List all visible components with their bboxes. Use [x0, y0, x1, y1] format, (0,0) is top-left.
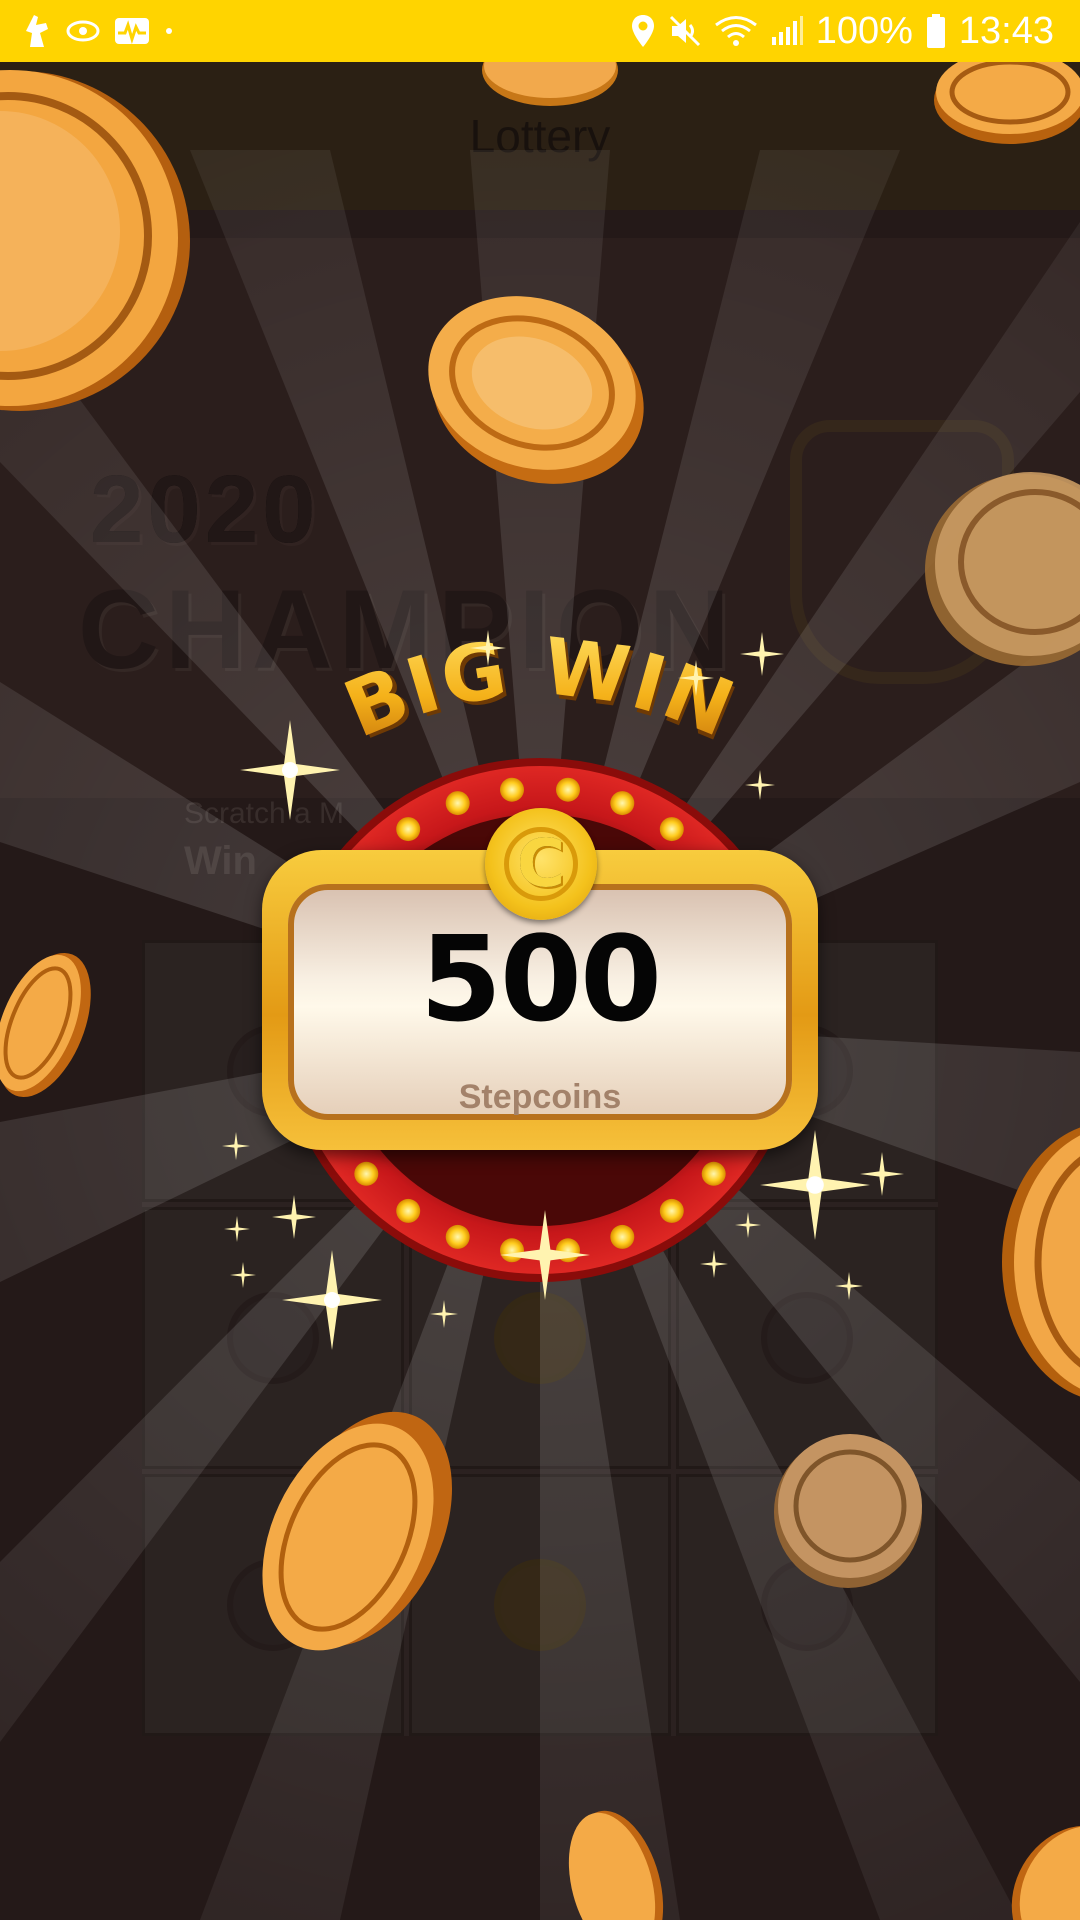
coin-icon [0, 952, 91, 1098]
marquee-bulb [445, 791, 470, 816]
sparkle-icon [835, 1272, 863, 1300]
location-icon [630, 14, 656, 48]
eye-app-icon [66, 19, 100, 43]
marquee-bulb [659, 1198, 684, 1223]
marquee-bulb [610, 791, 635, 816]
signal-icon [770, 15, 804, 47]
marquee-bulb [396, 817, 421, 842]
marquee-bulb [445, 1224, 470, 1249]
sparkle-icon [740, 632, 784, 676]
marquee-bulb [556, 777, 580, 802]
coin-icon [774, 1434, 922, 1588]
dot-icon [164, 26, 174, 36]
battery-percent: 100% [815, 9, 913, 52]
sparkle-icon [735, 1212, 761, 1238]
wifi-icon [714, 14, 758, 48]
sparkle-icon [230, 1262, 256, 1288]
sparkle-icon [500, 1210, 590, 1300]
coin-icon [428, 296, 644, 484]
sparkle-icon [240, 720, 340, 820]
activity-icon [114, 17, 150, 45]
marquee-bulb [396, 1198, 421, 1223]
marquee-bulb [354, 1161, 379, 1186]
clock: 13:43 [958, 9, 1054, 52]
status-bar: 100% 13:43 [0, 0, 1080, 62]
coin-icon [568, 1810, 664, 1920]
stepcoin-medal-letter: C [504, 827, 578, 901]
marquee-bulb [610, 1224, 635, 1249]
coin-icon [0, 70, 190, 411]
sparkle-icon [222, 1132, 250, 1160]
marquee-bulb [701, 1161, 726, 1186]
coin-icon [934, 62, 1080, 144]
mute-icon [668, 14, 702, 48]
sparkle-icon [760, 1130, 870, 1240]
coin-icon [1011, 1825, 1080, 1920]
sparkle-icon [224, 1216, 250, 1242]
sparkle-icon [272, 1195, 316, 1239]
status-right: 100% 13:43 [630, 10, 1054, 53]
status-left [22, 13, 174, 49]
stepcoin-medal-icon: C [485, 808, 597, 920]
sparkle-icon [745, 770, 775, 800]
sparkle-icon [860, 1152, 904, 1196]
sparkle-icon [282, 1250, 382, 1350]
app-notification-icon [22, 13, 52, 49]
coin-icon [262, 1411, 452, 1651]
battery-icon [925, 13, 947, 49]
sparkle-icon [678, 660, 714, 696]
coin-icon [482, 62, 618, 106]
marquee-bulb [659, 817, 684, 842]
sparkle-icon [700, 1250, 728, 1278]
marquee-bulb [500, 777, 524, 802]
banner-year: 2020 [90, 456, 320, 563]
page-title: Lottery [469, 110, 611, 162]
sparkle-icon [430, 1300, 458, 1328]
coin-icon [1002, 1127, 1080, 1397]
win-amount: 500 [419, 910, 662, 1048]
coin-icon [925, 472, 1080, 666]
win-unit-label: Stepcoins [458, 1078, 622, 1116]
coin-icon [494, 1559, 586, 1651]
sparkle-icon [470, 630, 506, 666]
